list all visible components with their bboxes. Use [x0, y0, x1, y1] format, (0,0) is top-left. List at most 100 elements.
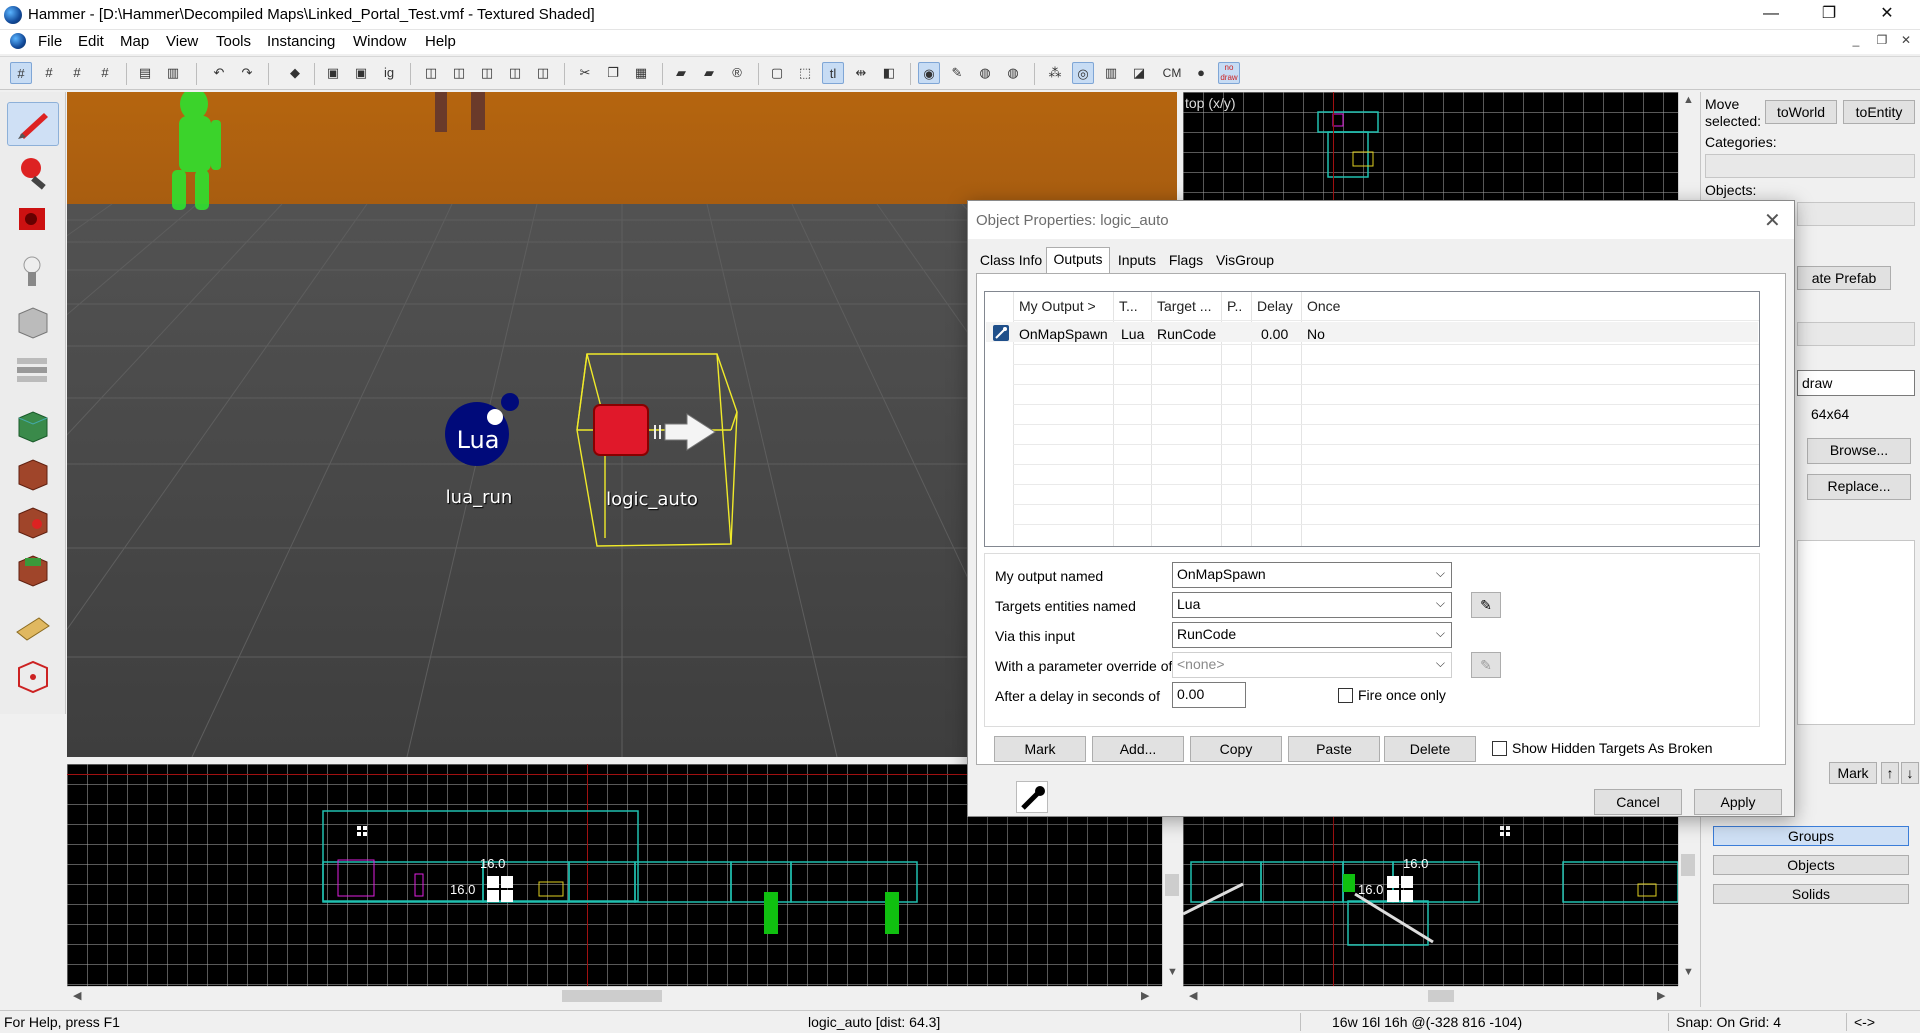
toggle-tl-icon[interactable]: tl [822, 62, 844, 84]
align-icon[interactable]: ⇹ [850, 62, 872, 84]
show-connections-icon[interactable]: ◉ [918, 62, 940, 84]
tab-inputs[interactable]: Inputs [1112, 249, 1162, 273]
column-once[interactable]: Once [1307, 298, 1340, 314]
create-prefab-button[interactable]: ate Prefab [1797, 266, 1891, 290]
targets-named-combo[interactable]: Lua ⌵ [1172, 592, 1452, 618]
cancel-button[interactable]: Cancel [1594, 789, 1682, 815]
eyedropper-icon[interactable]: ✎ [1471, 592, 1501, 618]
maximize-button[interactable]: ❐ [1800, 0, 1858, 30]
decal-tool-icon[interactable] [7, 452, 59, 496]
outputs-list[interactable]: My Output > T... Target ... P.. Delay On… [984, 291, 1760, 547]
flip-icon[interactable]: ◧ [878, 62, 900, 84]
add-button[interactable]: Add... [1092, 736, 1184, 762]
grid-toggle-icon[interactable]: # [10, 62, 32, 84]
menu-view[interactable]: View [166, 33, 198, 50]
cordon-icon[interactable]: ◫ [420, 62, 442, 84]
select-icon[interactable]: ▣ [322, 62, 344, 84]
io-icon[interactable]: ◍ [974, 62, 996, 84]
tab-outputs[interactable]: Outputs [1046, 247, 1110, 273]
nodraw-button[interactable]: no draw [1218, 62, 1240, 84]
paste-icon[interactable]: ▦ [630, 62, 652, 84]
texture-name-combo[interactable]: draw [1797, 370, 1915, 396]
browse-button[interactable]: Browse... [1807, 438, 1911, 464]
close-button[interactable]: ✕ [1858, 0, 1916, 30]
solids-button[interactable]: Solids [1713, 884, 1909, 904]
eyedropper-disabled-icon[interactable]: ✎ [1471, 652, 1501, 678]
models-icon[interactable]: ◎ [1072, 62, 1094, 84]
overlay-tool-icon[interactable] [7, 500, 59, 544]
fire-once-checkbox[interactable] [1338, 688, 1353, 703]
selection-tool-icon[interactable] [7, 102, 59, 146]
hide-icon[interactable]: ▣ [350, 62, 372, 84]
mdi-close-button[interactable]: ✕ [1896, 33, 1916, 47]
delete-button[interactable]: Delete [1384, 736, 1476, 762]
mark-visgroup-button[interactable]: Mark [1829, 762, 1877, 784]
vertex-tool-icon[interactable] [7, 604, 59, 648]
texture-tool-icon[interactable] [7, 348, 59, 392]
objects-combo[interactable] [1797, 202, 1915, 226]
cordon-toggle-icon[interactable]: ◫ [448, 62, 470, 84]
document-icon[interactable] [10, 33, 26, 49]
column-target-input[interactable]: Target ... [1157, 298, 1211, 314]
objects-button[interactable]: Objects [1713, 855, 1909, 875]
portal-icon[interactable]: ◪ [1128, 62, 1150, 84]
block-tool-icon[interactable] [7, 300, 59, 344]
output-named-combo[interactable]: OnMapSpawn ⌵ [1172, 562, 1452, 588]
tab-visgroup[interactable]: VisGroup [1212, 249, 1278, 273]
menu-map[interactable]: Map [120, 33, 149, 50]
dialog-close-icon[interactable]: ✕ [1764, 208, 1781, 233]
apply-button[interactable]: Apply [1694, 789, 1782, 815]
entity-tool-icon[interactable] [7, 250, 59, 294]
magnify-tool-icon[interactable] [7, 150, 59, 194]
menu-window[interactable]: Window [353, 33, 406, 50]
detail-icon[interactable]: ▥ [1100, 62, 1122, 84]
path-tool-icon[interactable] [7, 654, 59, 698]
replace-button[interactable]: Replace... [1807, 474, 1911, 500]
group-icon[interactable]: ▤ [134, 62, 156, 84]
tab-class-info[interactable]: Class Info [978, 249, 1044, 273]
down-arrow-icon[interactable]: ↓ [1901, 762, 1919, 784]
undo-icon[interactable]: ↶ [208, 62, 230, 84]
menu-file[interactable]: File [38, 33, 62, 50]
categories-combo[interactable] [1705, 154, 1915, 178]
mdi-minimize-button[interactable]: _ [1846, 33, 1866, 47]
grid-3d-icon[interactable]: # [38, 62, 60, 84]
viewport-side-left-hscroll[interactable]: ◀ ▶ [67, 986, 1162, 1004]
delay-input[interactable]: 0.00 [1172, 682, 1246, 708]
clip-tool-icon[interactable] [7, 548, 59, 592]
visgroup-hide-icon[interactable]: ◫ [532, 62, 554, 84]
mdi-restore-button[interactable]: ❐ [1872, 33, 1892, 47]
mark-button[interactable]: Mark [994, 736, 1086, 762]
column-target-short[interactable]: T... [1119, 298, 1138, 314]
paste-button[interactable]: Paste [1288, 736, 1380, 762]
column-delay[interactable]: Delay [1257, 298, 1293, 314]
up-arrow-icon[interactable]: ↑ [1881, 762, 1899, 784]
grid-smaller-icon[interactable]: # [66, 62, 88, 84]
io-target-icon[interactable]: ◍ [1002, 62, 1024, 84]
parameter-combo[interactable]: <none> ⌵ [1172, 652, 1452, 678]
camera-tool-icon[interactable] [7, 198, 59, 242]
grid-larger-icon[interactable]: # [94, 62, 116, 84]
world-icon[interactable]: ● [1190, 62, 1212, 84]
column-param[interactable]: P.. [1227, 298, 1242, 314]
column-my-output[interactable]: My Output > [1019, 298, 1096, 314]
visgroup-icon[interactable]: ◫ [476, 62, 498, 84]
redo-icon[interactable]: ↷ [236, 62, 258, 84]
menu-tools[interactable]: Tools [216, 33, 251, 50]
apply-texture-tool-icon[interactable] [7, 404, 59, 448]
to-world-button[interactable]: toWorld [1765, 100, 1837, 124]
ungroup-icon[interactable]: ▥ [162, 62, 184, 84]
menu-edit[interactable]: Edit [78, 33, 104, 50]
menu-help[interactable]: Help [425, 33, 456, 50]
groups-button[interactable]: Groups [1713, 826, 1909, 846]
visgroup-list[interactable] [1797, 540, 1915, 725]
menu-instancing[interactable]: Instancing [267, 33, 335, 50]
cubemap-button[interactable]: CM [1158, 62, 1186, 84]
copy-button[interactable]: Copy [1190, 736, 1282, 762]
selection-icon[interactable]: ⬚ [794, 62, 816, 84]
path-icon[interactable]: ✎ [946, 62, 968, 84]
cut-icon[interactable]: ✂ [574, 62, 596, 84]
show-hidden-checkbox[interactable] [1492, 741, 1507, 756]
texture-group-combo[interactable] [1797, 322, 1915, 346]
via-input-combo[interactable]: RunCode ⌵ [1172, 622, 1452, 648]
